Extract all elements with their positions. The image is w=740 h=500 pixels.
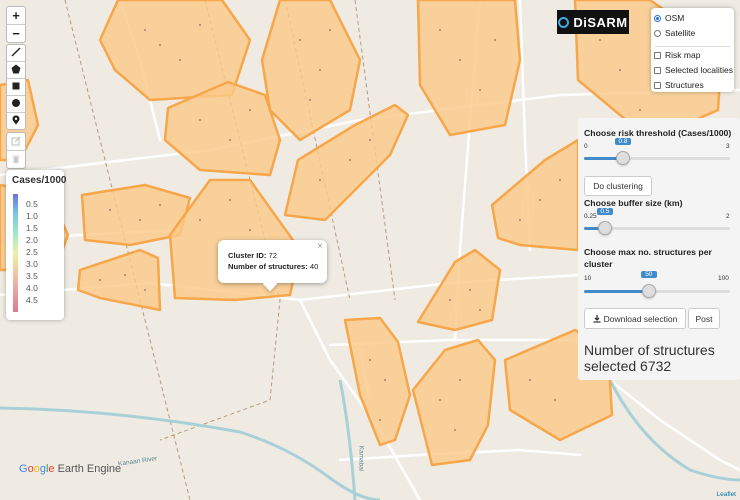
structures-selected-summary: Number of structures selected 6732 <box>584 342 715 374</box>
post-button[interactable]: Post <box>688 308 720 329</box>
google-earth-engine-logo: Google Earth Engine <box>19 463 122 475</box>
layer-option-satellite[interactable]: Satellite <box>654 28 695 38</box>
legend-tick: 4.5 <box>26 295 38 305</box>
download-selection-button[interactable]: Download selection <box>584 308 686 329</box>
slider-handle[interactable] <box>597 221 612 235</box>
zoom-in-button[interactable]: + <box>7 7 25 25</box>
do-clustering-button[interactable]: Do clustering <box>584 176 652 196</box>
trash-icon[interactable] <box>7 151 25 168</box>
structures-min-label: 10 <box>584 275 592 282</box>
buffer-size-label: Choose buffer size (km) <box>584 198 683 208</box>
circle-tool-icon[interactable] <box>7 96 25 113</box>
zoom-control: + − <box>6 6 26 43</box>
edit-toolbar <box>6 132 26 169</box>
checkbox-icon[interactable] <box>654 51 661 59</box>
max-structures-slider[interactable]: 50 <box>584 271 730 298</box>
legend-title: Cases/1000 <box>12 175 67 186</box>
risk-min-label: 0 <box>584 143 588 150</box>
legend-tick: 2.0 <box>26 235 38 245</box>
layers-divider <box>655 46 730 47</box>
river-label: Kamabai <box>357 445 365 472</box>
marker-tool-icon[interactable] <box>7 113 25 129</box>
checkbox-icon[interactable] <box>654 66 661 74</box>
slider-value: 0.8 <box>614 138 631 145</box>
slider-fill <box>584 290 649 293</box>
zoom-out-button[interactable]: − <box>7 25 25 42</box>
legend-color-bar <box>13 194 18 312</box>
legend-tick: 1.5 <box>26 223 38 233</box>
buffer-min-label: 0.25 <box>584 213 597 220</box>
slider-handle[interactable] <box>615 151 630 165</box>
checkbox-icon[interactable] <box>654 81 661 89</box>
cluster-popup: × Cluster ID: 72 Number of structures: 4… <box>218 240 327 292</box>
polygon-tool-icon[interactable] <box>7 62 25 79</box>
risk-legend: Cases/1000 0.5 1.0 1.5 2.0 2.5 3.0 3.5 4… <box>6 170 67 320</box>
popup-close-button[interactable]: × <box>317 241 323 252</box>
overlay-option-selected-localities[interactable]: Selected localities <box>654 65 733 75</box>
slider-handle[interactable] <box>641 284 656 298</box>
legend-tick: 2.5 <box>26 247 38 257</box>
legend-tick: 3.0 <box>26 259 38 269</box>
logo-text: DiSARM <box>573 14 628 30</box>
leaflet-attribution-link[interactable]: Leaflet <box>716 491 736 498</box>
line-tool-icon[interactable] <box>7 45 25 62</box>
radio-selected-icon[interactable] <box>654 14 661 22</box>
download-icon <box>593 314 601 323</box>
buffer-max-label: 2 <box>726 213 730 220</box>
overlay-option-structures[interactable]: Structures <box>654 80 704 90</box>
layers-control: OSM Satellite Risk map Selected localiti… <box>651 8 734 92</box>
legend-tick: 0.5 <box>26 199 38 209</box>
radio-icon[interactable] <box>654 29 661 37</box>
popup-cluster-id: Cluster ID: 72 <box>228 251 277 260</box>
risk-threshold-slider[interactable]: 0.8 <box>584 138 730 165</box>
control-panel: Choose risk threshold (Cases/1000) 0 3 0… <box>578 118 740 380</box>
popup-structure-count: Number of structures: 40 <box>228 262 319 271</box>
risk-max-label: 3 <box>726 143 730 150</box>
disarm-logo-icon <box>558 16 570 28</box>
layer-option-osm[interactable]: OSM <box>654 13 684 23</box>
edit-layers-icon[interactable] <box>7 133 25 151</box>
legend-tick: 4.0 <box>26 283 38 293</box>
legend-tick: 1.0 <box>26 211 38 221</box>
slider-value: 50 <box>640 271 657 278</box>
rectangle-tool-icon[interactable] <box>7 79 25 96</box>
max-structures-label: Choose max no. structures per cluster <box>584 247 712 269</box>
overlay-option-risk-map[interactable]: Risk map <box>654 50 700 60</box>
draw-toolbar <box>6 44 26 130</box>
legend-tick: 3.5 <box>26 271 38 281</box>
disarm-logo: DiSARM <box>557 10 629 34</box>
buffer-size-slider[interactable]: 0.5 <box>584 208 730 235</box>
risk-threshold-label: Choose risk threshold (Cases/1000) <box>584 128 732 138</box>
slider-value: 0.5 <box>596 208 613 215</box>
structures-max-label: 100 <box>718 275 729 282</box>
